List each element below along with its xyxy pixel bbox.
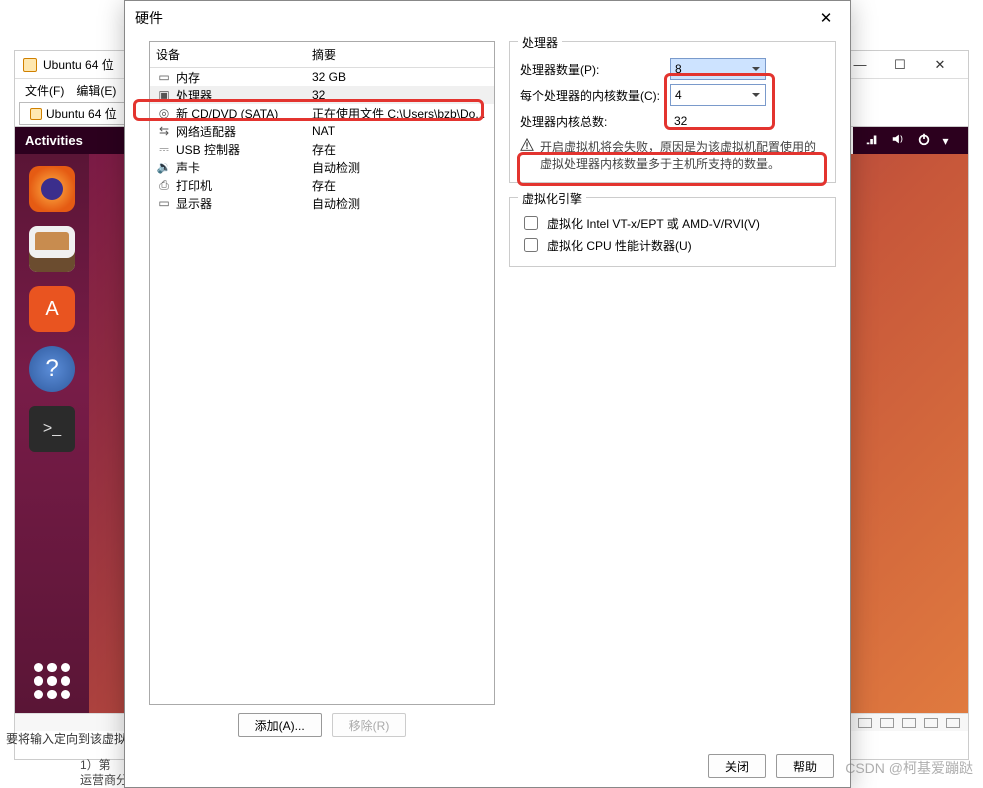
warning-icon (520, 138, 534, 152)
close-button[interactable]: ✕ (920, 52, 960, 78)
device-name: 网络适配器 (176, 123, 312, 140)
device-name: 处理器 (176, 87, 312, 104)
device-row-dsp[interactable]: ▭ 显示器自动检测 (150, 194, 494, 212)
chevron-down-icon[interactable]: ▾ (943, 134, 957, 148)
dialog-close-button[interactable]: ✕ (812, 4, 840, 32)
device-panel: 设备 摘要 ▭ 内存32 GB ▣ 处理器32 ◎ 新 CD/DVD (SATA)正在使用… (149, 41, 495, 737)
device-list[interactable]: 设备 摘要 ▭ 内存32 GB ▣ 处理器32 ◎ 新 CD/DVD (SATA)正在使用… (149, 41, 495, 705)
device-summary: 自动检测 (312, 159, 488, 176)
device-name: 声卡 (176, 159, 312, 176)
usb-icon: ⎓ (156, 142, 172, 156)
perf-counter-label: 虚拟化 CPU 性能计数器(U) (547, 237, 692, 254)
device-name: 内存 (176, 69, 312, 86)
app-icon (23, 58, 37, 72)
status-icon (902, 718, 916, 728)
device-name: 新 CD/DVD (SATA) (176, 105, 312, 122)
device-summary: 正在使用文件 C:\Users\bzb\Do... (312, 105, 488, 122)
device-summary: 32 (312, 88, 488, 102)
vm-icon (30, 108, 42, 120)
remove-hardware-button[interactable]: 移除(R) (332, 713, 407, 737)
firefox-icon[interactable] (29, 166, 75, 212)
prn-icon: ⎙ (156, 178, 172, 192)
device-summary: 自动检测 (312, 195, 488, 212)
mem-icon: ▭ (156, 70, 172, 84)
device-row-mem[interactable]: ▭ 内存32 GB (150, 68, 494, 86)
menu-file[interactable]: 文件(F) (25, 82, 64, 99)
vt-x-checkbox[interactable] (524, 216, 538, 230)
vt-x-label: 虚拟化 Intel VT-x/EPT 或 AMD-V/RVI(V) (547, 215, 760, 232)
dialog-footer: 关闭 帮助 (125, 745, 850, 787)
help-icon[interactable]: ? (29, 346, 75, 392)
device-row-prn[interactable]: ⎙ 打印机存在 (150, 176, 494, 194)
snd-icon: 🔉 (156, 160, 172, 174)
device-row-usb[interactable]: ⎓ USB 控制器存在 (150, 140, 494, 158)
hardware-dialog: 硬件 ✕ 设备 摘要 ▭内存32 GB▣处理器32◎新 CD/DVD (SATA… (124, 0, 851, 788)
cores-per-processor-label: 每个处理器的内核数量(C): (520, 87, 670, 104)
power-icon[interactable] (917, 132, 931, 149)
processor-group-title: 处理器 (518, 34, 562, 51)
help-button[interactable]: 帮助 (776, 754, 834, 778)
apps-grid-icon[interactable] (34, 663, 70, 699)
col-summary: 摘要 (312, 46, 336, 63)
status-icon (946, 718, 960, 728)
processor-count-select[interactable] (670, 58, 766, 80)
ubuntu-top-bar-left: Activities (15, 127, 130, 154)
total-cores-label: 处理器内核总数: (520, 113, 670, 130)
software-icon[interactable]: A (29, 286, 75, 332)
dsp-icon: ▭ (156, 196, 172, 210)
device-name: USB 控制器 (176, 141, 312, 158)
files-icon[interactable] (29, 226, 75, 272)
processor-group: 处理器 处理器数量(P): 每个处理器的内核数量(C): 处理器内核总数: 32… (509, 41, 836, 183)
warning-text: 开启虚拟机将会失败，原因是为该虚拟机配置使用的虚拟处理器内核数量多于主机所支持的… (540, 138, 825, 172)
status-icon (880, 718, 894, 728)
ubuntu-dock: A ? >_ (15, 154, 89, 713)
close-button[interactable]: 关闭 (708, 754, 766, 778)
virtualization-group: 虚拟化引擎 虚拟化 Intel VT-x/EPT 或 AMD-V/RVI(V) … (509, 197, 836, 267)
device-row-cpu[interactable]: ▣ 处理器32 (150, 86, 494, 104)
virtualization-group-title: 虚拟化引擎 (518, 190, 586, 207)
vt-x-checkbox-row[interactable]: 虚拟化 Intel VT-x/EPT 或 AMD-V/RVI(V) (520, 212, 825, 234)
perf-counter-checkbox-row[interactable]: 虚拟化 CPU 性能计数器(U) (520, 234, 825, 256)
processor-count-label: 处理器数量(P): (520, 61, 670, 78)
warning-row: 开启虚拟机将会失败，原因是为该虚拟机配置使用的虚拟处理器内核数量多于主机所支持的… (520, 138, 825, 172)
device-summary: 存在 (312, 177, 488, 194)
net-icon: ⇆ (156, 124, 172, 138)
volume-icon[interactable] (891, 132, 905, 149)
device-name: 打印机 (176, 177, 312, 194)
cd-icon: ◎ (156, 106, 172, 120)
add-hardware-button[interactable]: 添加(A)... (238, 713, 322, 737)
total-cores-value: 32 (674, 114, 687, 128)
activities-label[interactable]: Activities (25, 133, 83, 148)
perf-counter-checkbox[interactable] (524, 238, 538, 252)
vm-tab-label: Ubuntu 64 位 (46, 105, 117, 122)
status-icon (924, 718, 938, 728)
col-device: 设备 (156, 46, 312, 63)
network-icon[interactable] (865, 132, 879, 149)
settings-panel: 处理器 处理器数量(P): 每个处理器的内核数量(C): 处理器内核总数: 32… (509, 41, 836, 737)
device-summary: 存在 (312, 141, 488, 158)
device-name: 显示器 (176, 195, 312, 212)
menu-edit[interactable]: 编辑(E) (76, 82, 116, 99)
watermark: CSDN @柯基爱蹦跶 (845, 758, 973, 778)
device-row-snd[interactable]: 🔉 声卡自动检测 (150, 158, 494, 176)
input-redirect-hint: 要将输入定向到该虚拟 (6, 730, 126, 747)
terminal-icon[interactable]: >_ (29, 406, 75, 452)
cpu-icon: ▣ (156, 88, 172, 102)
device-row-cd[interactable]: ◎ 新 CD/DVD (SATA)正在使用文件 C:\Users\bzb\Do..… (150, 104, 494, 122)
cores-per-processor-select[interactable] (670, 84, 766, 106)
maximize-button[interactable]: ☐ (880, 52, 920, 78)
device-summary: NAT (312, 124, 488, 138)
device-summary: 32 GB (312, 70, 488, 84)
status-icon (858, 718, 872, 728)
ubuntu-top-bar-right: ▾ (853, 127, 968, 154)
device-row-net[interactable]: ⇆ 网络适配器NAT (150, 122, 494, 140)
dialog-titlebar: 硬件 ✕ (125, 1, 850, 35)
device-list-header: 设备 摘要 (150, 42, 494, 68)
dialog-title: 硬件 (135, 8, 812, 28)
